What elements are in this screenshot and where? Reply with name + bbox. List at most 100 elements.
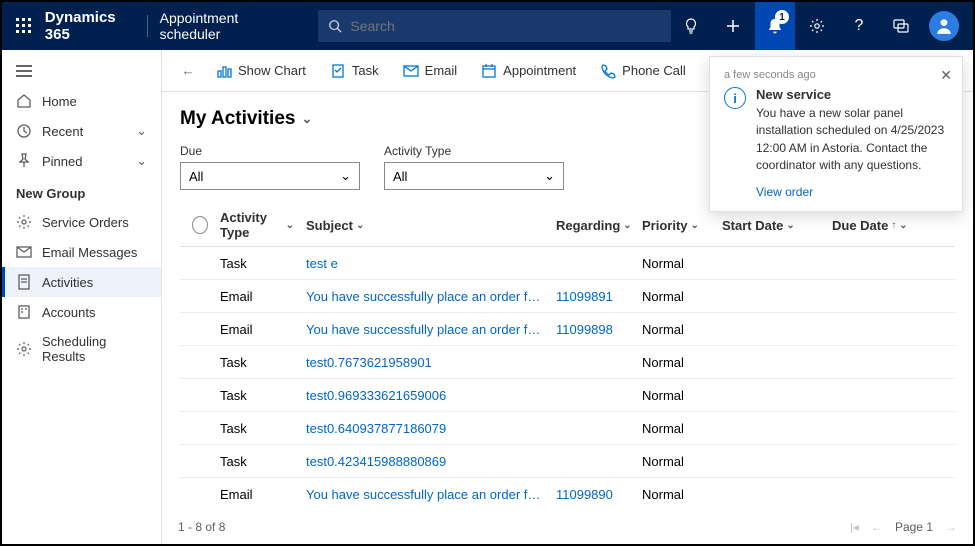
cmd-appointment[interactable]: Appointment — [471, 57, 586, 85]
col-label: Due Date — [832, 218, 888, 233]
first-page-button[interactable]: |◂ — [850, 520, 859, 534]
table-row[interactable]: EmailYou have successfully place an orde… — [180, 280, 955, 313]
chat-button[interactable] — [881, 2, 921, 50]
cell-regarding[interactable]: 11099898 — [550, 322, 636, 337]
table-row[interactable]: Tasktest0.7673621958901Normal — [180, 346, 955, 379]
table-row[interactable]: Tasktest0.640937877186079 Normal — [180, 412, 955, 445]
cell-priority: Normal — [636, 256, 716, 271]
nav-service-orders[interactable]: Service Orders — [2, 207, 161, 237]
settings-button[interactable] — [797, 2, 837, 50]
notifications-button[interactable]: 1 — [755, 2, 795, 50]
back-button[interactable]: ← — [174, 63, 202, 78]
chevron-down-icon: ⌄ — [544, 168, 555, 184]
chevron-down-icon: ⌄ — [356, 220, 364, 231]
notification-badge: 1 — [775, 10, 789, 24]
nav-label: Email Messages — [42, 245, 137, 260]
view-selector[interactable]: My Activities⌄ — [180, 108, 312, 130]
cell-subject[interactable]: test e — [300, 256, 550, 271]
chevron-down-icon: ⌄ — [623, 220, 631, 231]
cell-subject[interactable]: You have successfully place an order for… — [300, 487, 550, 502]
cell-activity-type: Task — [214, 421, 300, 436]
global-search[interactable] — [318, 10, 671, 42]
col-subject[interactable]: Subject⌄ — [300, 210, 550, 240]
header-divider — [147, 15, 148, 37]
cell-priority: Normal — [636, 289, 716, 304]
filter-type-select[interactable]: All⌄ — [384, 162, 564, 190]
sidebar-toggle[interactable] — [2, 56, 161, 86]
cell-activity-type: Email — [214, 487, 300, 502]
select-all[interactable] — [180, 210, 214, 240]
cell-priority: Normal — [636, 421, 716, 436]
table-row[interactable]: Tasktest e Normal — [180, 247, 955, 280]
cell-priority: Normal — [636, 355, 716, 370]
phone-icon — [600, 63, 616, 79]
calendar-icon — [481, 63, 497, 79]
nav-label: Activities — [42, 275, 93, 290]
nav-email-messages[interactable]: Email Messages — [2, 237, 161, 267]
col-regarding[interactable]: Regarding⌄ — [550, 210, 636, 240]
brand-label: Dynamics 365 — [45, 9, 135, 43]
search-icon — [328, 19, 342, 33]
gear-icon — [16, 341, 32, 357]
sidebar: Home Recent⌄ Pinned⌄ New Group Service O… — [2, 50, 162, 544]
app-launcher-button[interactable] — [10, 10, 39, 42]
col-start-date[interactable]: Start Date⌄ — [716, 210, 826, 240]
table-row[interactable]: EmailYou have successfully place an orde… — [180, 313, 955, 346]
cmd-email[interactable]: Email — [393, 57, 468, 85]
help-button[interactable]: ? — [839, 2, 879, 50]
toast-view-order-link[interactable]: View order — [756, 185, 813, 199]
table-row[interactable]: Tasktest0.969333621659006Normal — [180, 379, 955, 412]
circle-icon — [192, 216, 208, 234]
nav-label: Scheduling Results — [42, 334, 147, 364]
sort-asc-icon: ↑ ⌄ — [891, 220, 907, 231]
table-row[interactable]: EmailYou have successfully place an orde… — [180, 478, 955, 510]
user-avatar[interactable] — [929, 11, 959, 41]
col-label: Subject — [306, 218, 353, 233]
cell-priority: Normal — [636, 487, 716, 502]
clock-icon — [16, 123, 32, 139]
cell-subject[interactable]: test0.969333621659006 — [300, 388, 550, 403]
nav-pinned[interactable]: Pinned⌄ — [2, 146, 161, 176]
chevron-down-icon: ⌄ — [286, 220, 294, 231]
prev-page-button[interactable]: ← — [871, 520, 883, 534]
add-button[interactable] — [713, 2, 753, 50]
pager: |◂ ← Page 1 → — [850, 520, 957, 534]
cell-regarding[interactable]: 11099891 — [550, 289, 636, 304]
main: ← Show Chart Task Email Appointment Phon… — [162, 50, 973, 544]
cmd-show-chart[interactable]: Show Chart — [206, 57, 316, 85]
info-icon: i — [724, 87, 746, 109]
toast-close-button[interactable]: ✕ — [940, 67, 952, 84]
cmd-task[interactable]: Task — [320, 57, 389, 85]
col-activity-type[interactable]: Activity Type⌄ — [214, 210, 300, 240]
building-icon — [16, 304, 32, 320]
cell-subject[interactable]: You have successfully place an order for… — [300, 289, 550, 304]
col-priority[interactable]: Priority⌄ — [636, 210, 716, 240]
table-row[interactable]: Tasktest0.423415988880869Normal — [180, 445, 955, 478]
chevron-down-icon: ⌄ — [340, 168, 351, 184]
next-page-button[interactable]: → — [945, 520, 957, 534]
header-actions: 1 ? — [671, 2, 965, 50]
lightbulb-button[interactable] — [671, 2, 711, 50]
gear-icon — [809, 18, 825, 34]
filter-due-select[interactable]: All⌄ — [180, 162, 360, 190]
nav-accounts[interactable]: Accounts — [2, 297, 161, 327]
nav-activities[interactable]: Activities — [2, 267, 161, 297]
nav-recent[interactable]: Recent⌄ — [2, 116, 161, 146]
cell-regarding[interactable]: 11099890 — [550, 487, 636, 502]
col-due-date[interactable]: Due Date↑ ⌄ — [826, 210, 936, 240]
nav-home[interactable]: Home — [2, 86, 161, 116]
cell-subject[interactable]: test0.423415988880869 — [300, 454, 550, 469]
cmd-phone-call[interactable]: Phone Call — [590, 57, 696, 85]
mail-icon — [403, 63, 419, 79]
gear-icon — [16, 214, 32, 230]
cell-subject[interactable]: test0.7673621958901 — [300, 355, 550, 370]
cell-activity-type: Task — [214, 256, 300, 271]
search-input[interactable] — [350, 18, 661, 34]
menu-icon — [16, 64, 32, 78]
col-label: Priority — [642, 218, 688, 233]
pin-icon — [16, 153, 32, 169]
page-number: Page 1 — [895, 520, 933, 534]
cell-subject[interactable]: You have successfully place an order for… — [300, 322, 550, 337]
cell-subject[interactable]: test0.640937877186079 — [300, 421, 550, 436]
nav-scheduling-results[interactable]: Scheduling Results — [2, 327, 161, 371]
